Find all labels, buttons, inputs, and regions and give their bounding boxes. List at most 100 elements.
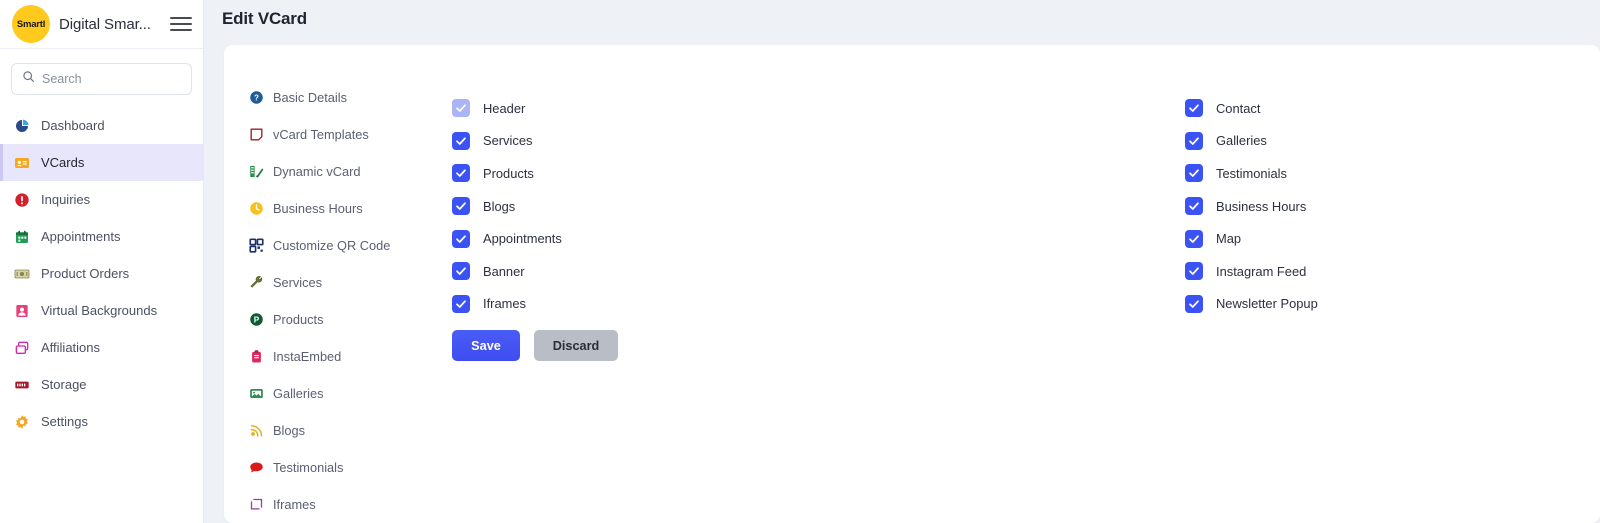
brand-logo: Smartl <box>12 5 50 43</box>
instagram-embed-icon <box>248 349 264 365</box>
layers-icon <box>13 339 30 356</box>
sidebar-item-label: Virtual Backgrounds <box>41 303 158 318</box>
checkbox-blogs[interactable] <box>452 197 470 216</box>
sidebar-item-label: Settings <box>41 414 88 429</box>
checkbox-appointments[interactable] <box>452 229 470 248</box>
discard-button[interactable]: Discard <box>534 330 618 362</box>
sidebar-nav: Dashboard VCards Inquiries Appointments … <box>0 105 203 440</box>
checkbox-row-contact[interactable]: Contact <box>1185 92 1318 125</box>
sidebar-item-label: Dashboard <box>41 118 105 133</box>
hamburger-icon[interactable] <box>170 15 192 33</box>
submenu-item-testimonials[interactable]: Testimonials <box>248 449 440 486</box>
checkbox-services[interactable] <box>452 131 470 150</box>
checkbox-row-appointments[interactable]: Appointments <box>452 222 1185 255</box>
submenu-item-label: Business Hours <box>273 201 363 216</box>
checkbox-label: Services <box>483 133 533 149</box>
checkbox-label: Newsletter Popup <box>1216 296 1318 312</box>
checkbox-row-products[interactable]: Products <box>452 157 1185 190</box>
checkbox-banner[interactable] <box>452 262 470 281</box>
checkbox-testimonials[interactable] <box>1185 164 1203 183</box>
question-circle-icon: ? <box>248 90 264 106</box>
sidebar-item-label: VCards <box>41 155 85 170</box>
checkbox-galleries[interactable] <box>1185 131 1203 150</box>
wrench-icon <box>248 275 264 291</box>
submenu-item-label: Galleries <box>273 386 324 401</box>
calendar-icon <box>13 228 30 245</box>
submenu-item-services[interactable]: Services <box>248 264 440 301</box>
submenu-item-dynamic-vcard[interactable]: Dynamic vCard <box>248 153 440 190</box>
checkbox-row-services[interactable]: Services <box>452 125 1185 158</box>
checkbox-row-business-hours[interactable]: Business Hours <box>1185 190 1318 223</box>
checkbox-label: Header <box>483 100 526 116</box>
submenu-item-instaembed[interactable]: InstaEmbed <box>248 338 440 375</box>
checkbox-row-header[interactable]: Header <box>452 92 1185 125</box>
rss-icon <box>248 423 264 439</box>
submenu-item-products[interactable]: P Products <box>248 301 440 338</box>
submenu-item-iframes[interactable]: Iframes <box>248 486 440 523</box>
checkbox-row-instagram-feed[interactable]: Instagram Feed <box>1185 255 1318 288</box>
sidebar-item-inquiries[interactable]: Inquiries <box>0 181 203 218</box>
checkbox-label: Appointments <box>483 231 562 247</box>
sidebar-item-storage[interactable]: Storage <box>0 366 203 403</box>
checkbox-label: Galleries <box>1216 133 1267 149</box>
sidebar-item-appointments[interactable]: Appointments <box>0 218 203 255</box>
submenu-item-label: Products <box>273 312 324 327</box>
submenu-item-galleries[interactable]: Galleries <box>248 375 440 412</box>
checkbox-header <box>452 99 470 118</box>
submenu-item-blogs[interactable]: Blogs <box>248 412 440 449</box>
checkbox-instagram-feed[interactable] <box>1185 262 1203 281</box>
submenu-item-vcard-templates[interactable]: vCard Templates <box>248 116 440 153</box>
checkbox-label: Products <box>483 165 534 181</box>
section-column-right: Contact Galleries Testimonials Business … <box>1185 92 1318 523</box>
brand-name: Digital Smar... <box>59 15 151 33</box>
search-icon <box>22 70 35 88</box>
submenu-item-label: Testimonials <box>273 460 344 475</box>
search-box[interactable] <box>11 63 192 95</box>
sidebar-item-label: Appointments <box>41 229 121 244</box>
submenu-item-label: Customize QR Code <box>273 238 391 253</box>
checkbox-row-map[interactable]: Map <box>1185 222 1318 255</box>
checkbox-business-hours[interactable] <box>1185 197 1203 216</box>
checkbox-label: Iframes <box>483 296 526 312</box>
checkbox-row-iframes[interactable]: Iframes <box>452 288 1185 321</box>
checkbox-label: Contact <box>1216 100 1261 116</box>
submenu-item-basic-details[interactable]: ? Basic Details <box>248 79 440 116</box>
checkbox-newsletter-popup[interactable] <box>1185 294 1203 313</box>
checkbox-row-banner[interactable]: Banner <box>452 255 1185 288</box>
svg-text:?: ? <box>254 93 259 102</box>
template-icon <box>248 127 264 143</box>
sidebar-item-affiliations[interactable]: Affiliations <box>0 329 203 366</box>
checkbox-row-blogs[interactable]: Blogs <box>452 190 1185 223</box>
sidebar-item-label: Product Orders <box>41 266 130 281</box>
submenu-item-label: Basic Details <box>273 90 347 105</box>
page-title: Edit VCard <box>222 9 307 28</box>
search-container <box>0 49 203 105</box>
submenu-item-label: InstaEmbed <box>273 349 342 364</box>
brand-header: Smartl Digital Smar... <box>0 0 203 49</box>
search-input[interactable] <box>42 72 181 86</box>
section-column-left: Header Services Products Blogs Appointme… <box>440 92 1185 523</box>
checkbox-row-newsletter-popup[interactable]: Newsletter Popup <box>1185 288 1318 321</box>
sidebar: Smartl Digital Smar... Search Dashboard … <box>0 0 204 523</box>
save-button[interactable]: Save <box>452 330 520 362</box>
submenu-item-label: Services <box>273 275 323 290</box>
checkbox-map[interactable] <box>1185 229 1203 248</box>
sidebar-item-virtual-backgrounds[interactable]: Virtual Backgrounds <box>0 292 203 329</box>
sidebar-item-vcards[interactable]: VCards <box>0 144 203 181</box>
vcard-submenu: ? Basic Details vCard Templates Dynamic … <box>224 45 440 523</box>
checkbox-iframes[interactable] <box>452 294 470 313</box>
sidebar-item-settings[interactable]: Settings <box>0 403 203 440</box>
submenu-item-customize-qr-code[interactable]: Customize QR Code <box>248 227 440 264</box>
checkbox-products[interactable] <box>452 164 470 183</box>
frame-icon <box>248 497 264 513</box>
main-content: Edit VCard ? Basic Details vCard Templat… <box>204 0 1600 523</box>
checkbox-row-testimonials[interactable]: Testimonials <box>1185 157 1318 190</box>
checkbox-row-galleries[interactable]: Galleries <box>1185 125 1318 158</box>
sidebar-item-label: Inquiries <box>41 192 91 207</box>
sidebar-item-product-orders[interactable]: Product Orders <box>0 255 203 292</box>
sidebar-item-label: Affiliations <box>41 340 101 355</box>
checkbox-contact[interactable] <box>1185 99 1203 118</box>
submenu-item-business-hours[interactable]: Business Hours <box>248 190 440 227</box>
sidebar-item-dashboard[interactable]: Dashboard <box>0 107 203 144</box>
submenu-item-label: Iframes <box>273 497 316 512</box>
